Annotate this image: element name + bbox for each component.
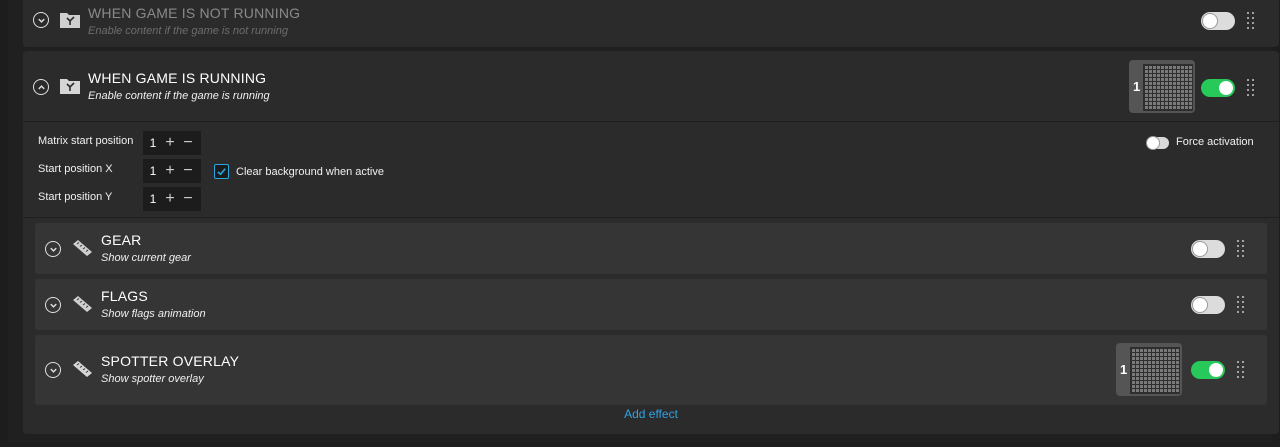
matrix-grid-icon — [1130, 347, 1180, 394]
effect-subtitle: Show flags animation — [101, 308, 206, 320]
minus-icon[interactable]: − — [179, 189, 197, 209]
trigger-subtitle: Enable content if the game is not runnin… — [88, 25, 288, 37]
toggle-knob — [1209, 363, 1223, 377]
drag-handle-icon[interactable] — [1237, 296, 1245, 314]
expand-chevron-icon[interactable] — [45, 241, 61, 257]
trigger-title: WHEN GAME IS NOT RUNNING — [88, 5, 301, 21]
start-position-y-stepper: 1 + − — [143, 187, 201, 211]
effect-flags: FLAGS Show flags animation — [35, 279, 1267, 330]
trigger-running: WHEN GAME IS RUNNING Enable content if t… — [23, 51, 1279, 434]
trigger-icon — [60, 13, 80, 28]
force-activation-toggle[interactable] — [1147, 137, 1169, 149]
effect-enable-toggle[interactable] — [1191, 296, 1225, 314]
effect-gear: GEAR Show current gear — [35, 223, 1267, 274]
drag-handle-icon[interactable] — [1247, 12, 1255, 30]
effect-title: GEAR — [101, 232, 142, 248]
stepper-value[interactable]: 1 — [145, 164, 161, 178]
matrix-grid-icon — [1143, 64, 1193, 111]
plus-icon[interactable]: + — [161, 161, 179, 181]
matrix-start-position-label: Matrix start position — [38, 135, 134, 147]
toggle-knob — [1219, 81, 1233, 95]
force-activation-label: Force activation — [1176, 136, 1254, 148]
effect-enable-toggle[interactable] — [1191, 240, 1225, 258]
minus-icon[interactable]: − — [179, 133, 197, 153]
drag-handle-icon[interactable] — [1247, 79, 1255, 97]
matrix-preview[interactable]: 1 — [1129, 60, 1195, 113]
trigger-enable-toggle[interactable] — [1201, 79, 1235, 97]
expand-chevron-icon[interactable] — [45, 362, 61, 378]
clear-background-label: Clear background when active — [236, 166, 384, 178]
trigger-icon — [60, 79, 80, 94]
toggle-knob — [1203, 14, 1217, 28]
matrix-preview[interactable]: 1 — [1116, 343, 1182, 396]
clear-background-checkbox[interactable] — [214, 164, 229, 179]
plus-icon[interactable]: + — [161, 189, 179, 209]
trigger-enable-toggle[interactable] — [1201, 12, 1235, 30]
effect-subtitle: Show current gear — [101, 252, 191, 264]
effect-title: FLAGS — [101, 288, 148, 304]
minus-icon[interactable]: − — [179, 161, 197, 181]
trigger-subtitle: Enable content if the game is running — [88, 90, 270, 102]
toggle-knob — [1193, 242, 1207, 256]
effect-subtitle: Show spotter overlay — [101, 373, 204, 385]
trigger-not-running: WHEN GAME IS NOT RUNNING Enable content … — [23, 0, 1279, 47]
collapse-chevron-icon[interactable] — [33, 79, 49, 95]
stepper-value[interactable]: 1 — [145, 136, 161, 150]
effect-title: SPOTTER OVERLAY — [101, 353, 240, 369]
matrix-number: 1 — [1133, 79, 1141, 94]
toggle-knob — [1147, 137, 1159, 149]
start-position-x-label: Start position X — [38, 163, 113, 175]
divider — [23, 121, 1279, 122]
expand-chevron-icon[interactable] — [45, 297, 61, 313]
stepper-value[interactable]: 1 — [145, 192, 161, 206]
plus-icon[interactable]: + — [161, 133, 179, 153]
drag-handle-icon[interactable] — [1237, 240, 1245, 258]
pencil-ruler-icon — [73, 240, 92, 256]
start-position-y-label: Start position Y — [38, 191, 113, 203]
pencil-ruler-icon — [73, 296, 92, 312]
expand-chevron-icon[interactable] — [33, 12, 49, 28]
trigger-title: WHEN GAME IS RUNNING — [88, 70, 267, 86]
start-position-x-stepper: 1 + − — [143, 159, 201, 183]
add-effect-link[interactable]: Add effect — [23, 407, 1279, 421]
divider — [23, 217, 1279, 218]
matrix-start-position-stepper: 1 + − — [143, 131, 201, 155]
trigger-list: WHEN GAME IS NOT RUNNING Enable content … — [8, 0, 1279, 442]
pencil-ruler-icon — [73, 361, 92, 377]
toggle-knob — [1193, 298, 1207, 312]
effect-spotter-overlay: SPOTTER OVERLAY Show spotter overlay 1 — [35, 335, 1267, 405]
matrix-number: 1 — [1120, 362, 1128, 377]
effect-enable-toggle[interactable] — [1191, 361, 1225, 379]
drag-handle-icon[interactable] — [1237, 361, 1245, 379]
